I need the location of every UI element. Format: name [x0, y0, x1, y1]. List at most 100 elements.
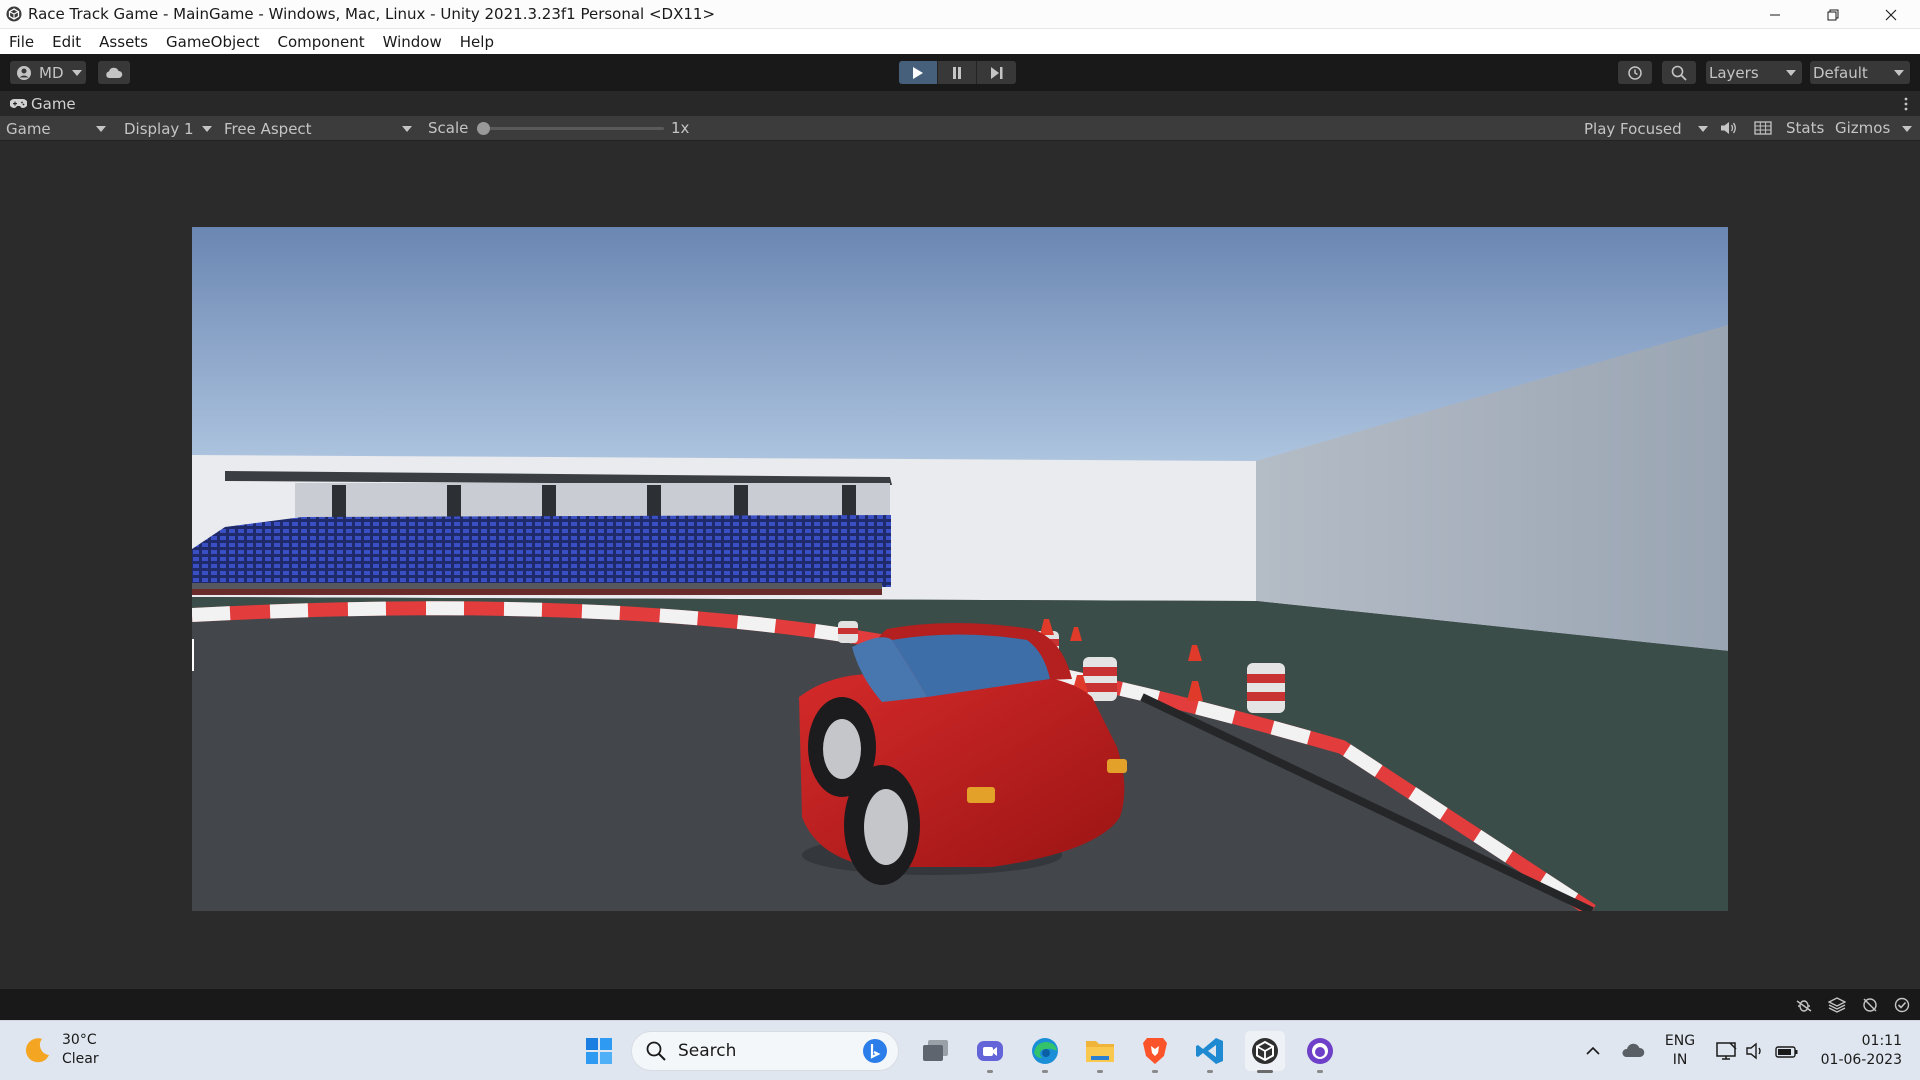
- play-button[interactable]: [899, 61, 938, 84]
- running-indicator: [1097, 1070, 1103, 1073]
- running-indicator: [1042, 1070, 1048, 1073]
- task-view-button[interactable]: [916, 1031, 956, 1071]
- view-dropdown[interactable]: Game: [0, 118, 112, 139]
- task-view-icon: [923, 1040, 948, 1061]
- minimize-icon: [1770, 14, 1780, 15]
- view-dropdown-label: Game: [6, 119, 51, 138]
- teams-icon: [977, 1041, 1003, 1061]
- edge-button[interactable]: [1025, 1031, 1065, 1073]
- language-region: IN: [1672, 1052, 1688, 1068]
- unity-taskbar-button[interactable]: [1245, 1031, 1285, 1073]
- close-icon: [1885, 9, 1897, 20]
- volume-icon[interactable]: [1745, 1042, 1765, 1060]
- check-icon[interactable]: [1893, 997, 1911, 1013]
- clock-time: 01:11: [1861, 1033, 1902, 1049]
- aspect-dropdown-label: Free Aspect: [224, 119, 312, 138]
- window-controls: [1746, 0, 1920, 29]
- running-indicator: [1207, 1070, 1213, 1073]
- menu-help[interactable]: Help: [451, 33, 503, 51]
- game-view-toolbar: Game Display 1 Free Aspect Scale 1x Play…: [0, 116, 1920, 141]
- file-explorer-button[interactable]: [1080, 1031, 1120, 1073]
- history-icon: [1628, 65, 1642, 80]
- clock[interactable]: 01:11 01-06-2023: [1812, 1032, 1902, 1070]
- github-desktop-button[interactable]: [1300, 1031, 1340, 1073]
- close-button[interactable]: [1862, 0, 1920, 29]
- no-auto-generate-icon[interactable]: [1861, 997, 1879, 1013]
- menu-edit[interactable]: Edit: [43, 33, 90, 51]
- clock-date: 01-06-2023: [1820, 1052, 1902, 1068]
- stats-button[interactable]: Stats: [1786, 119, 1824, 137]
- network-icon[interactable]: [1716, 1041, 1738, 1061]
- start-button[interactable]: [579, 1031, 619, 1071]
- menu-assets[interactable]: Assets: [90, 33, 157, 51]
- display-dropdown[interactable]: Display 1: [118, 118, 218, 139]
- game-tab-bar: Game: [0, 91, 1920, 116]
- search-label: Search: [678, 1041, 737, 1061]
- brave-button[interactable]: [1135, 1031, 1175, 1073]
- cloud-button[interactable]: [98, 61, 130, 84]
- running-indicator: [1317, 1070, 1323, 1073]
- layout-label: Default: [1813, 63, 1868, 82]
- step-icon: [991, 66, 1003, 79]
- aspect-dropdown[interactable]: Free Aspect: [218, 118, 418, 139]
- taskbar-search[interactable]: Search: [631, 1031, 899, 1071]
- teams-button[interactable]: [970, 1031, 1010, 1073]
- menu-gameobject[interactable]: GameObject: [157, 33, 269, 51]
- tab-game-label: Game: [31, 94, 76, 113]
- menu-component[interactable]: Component: [269, 33, 374, 51]
- search-button[interactable]: [1662, 61, 1696, 84]
- bing-icon: [863, 1039, 887, 1063]
- show-hidden-icons-chevron-icon[interactable]: [1585, 1046, 1601, 1056]
- scale-slider-thumb[interactable]: [477, 122, 490, 135]
- window-title: Race Track Game - MainGame - Windows, Ma…: [28, 5, 716, 23]
- language-indicator[interactable]: ENG IN: [1662, 1032, 1698, 1070]
- layers-dropdown[interactable]: Layers: [1706, 61, 1802, 84]
- brave-icon: [1143, 1038, 1167, 1064]
- running-indicator: [1257, 1070, 1273, 1073]
- chevron-down-icon: [71, 69, 82, 76]
- game-viewport[interactable]: [192, 227, 1728, 911]
- tab-game[interactable]: Game: [0, 91, 86, 116]
- speaker-icon: [1721, 122, 1736, 134]
- more-vertical-icon[interactable]: [1904, 97, 1908, 111]
- chevron-down-icon: [1894, 70, 1904, 76]
- scale-slider[interactable]: [477, 122, 664, 135]
- debug-icon[interactable]: [1795, 997, 1813, 1013]
- windows-start-icon: [586, 1038, 612, 1064]
- play-mode-dropdown[interactable]: Play Focused: [1578, 118, 1714, 139]
- grandstand: [192, 471, 892, 595]
- edge-icon: [1032, 1038, 1058, 1064]
- weather-condition: Clear: [62, 1051, 99, 1067]
- language-code: ENG: [1664, 1033, 1696, 1049]
- grid-icon: [1754, 121, 1772, 135]
- account-dropdown[interactable]: MD: [10, 61, 86, 84]
- search-icon: [1671, 65, 1687, 81]
- pause-icon: [953, 66, 961, 79]
- menu-file[interactable]: File: [0, 33, 43, 51]
- mute-audio-button[interactable]: [1720, 120, 1742, 137]
- chevron-down-icon[interactable]: [1902, 126, 1912, 132]
- account-label: MD: [39, 63, 64, 82]
- layout-dropdown[interactable]: Default: [1810, 61, 1910, 84]
- vscode-button[interactable]: [1190, 1031, 1230, 1073]
- minimize-button[interactable]: [1746, 0, 1804, 29]
- account-icon: [17, 65, 31, 80]
- scale-value: 1x: [671, 119, 690, 137]
- restore-button[interactable]: [1804, 0, 1862, 29]
- menu-window[interactable]: Window: [374, 33, 451, 51]
- cloud-icon: [106, 67, 123, 78]
- race-track-scene[interactable]: [192, 227, 1728, 911]
- restore-icon: [1827, 9, 1839, 20]
- pause-button[interactable]: [938, 61, 977, 84]
- display-dropdown-label: Display 1: [124, 119, 194, 138]
- history-button[interactable]: [1618, 61, 1652, 84]
- onedrive-cloud-icon[interactable]: [1621, 1043, 1645, 1059]
- gizmos-button[interactable]: Gizmos: [1835, 119, 1890, 137]
- layers-icon[interactable]: [1828, 997, 1846, 1013]
- gamepad-icon: [10, 99, 27, 108]
- grid-toggle-button[interactable]: [1754, 120, 1776, 137]
- unity-icon: [6, 6, 22, 22]
- battery-icon[interactable]: [1775, 1042, 1799, 1060]
- step-button[interactable]: [977, 61, 1016, 84]
- weather-widget[interactable]: 30°C Clear: [22, 1031, 99, 1069]
